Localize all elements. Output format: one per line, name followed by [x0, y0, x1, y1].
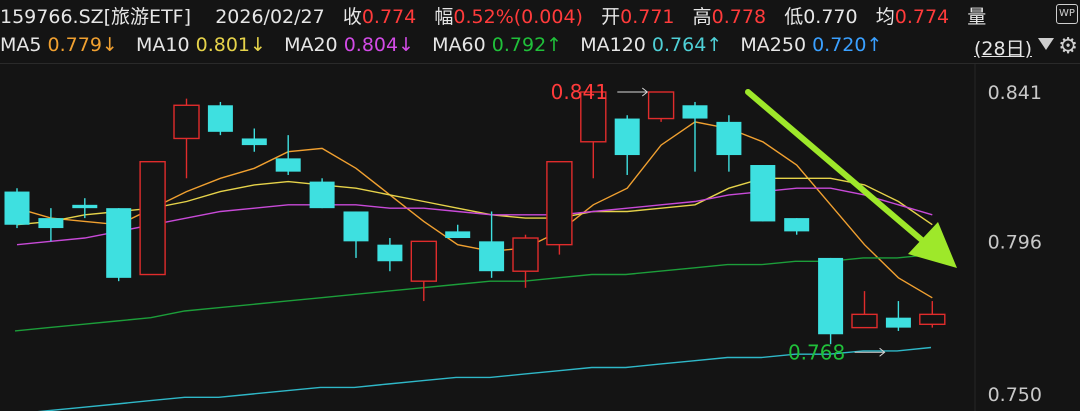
candle-body — [445, 231, 471, 239]
candle-body — [647, 91, 675, 120]
candle-body — [207, 105, 233, 132]
candle-body — [106, 208, 132, 278]
candle-body — [38, 218, 64, 229]
candle-body — [139, 160, 166, 276]
candle-body — [173, 104, 200, 140]
candle-body — [377, 244, 403, 262]
candle-body — [784, 218, 810, 232]
candle-body — [919, 313, 946, 326]
candle-body — [546, 160, 573, 246]
candle-body — [275, 158, 301, 172]
candle-body — [410, 240, 437, 282]
candle-body — [818, 257, 844, 335]
candle-body — [851, 313, 878, 329]
candlestick-chart[interactable]: 0.841 0.796 0.750 0.841 0.768 — [0, 0, 1080, 411]
y-tick-label: 0.750 — [988, 384, 1042, 406]
candle-body — [72, 204, 98, 209]
candle-body — [750, 165, 776, 222]
candle-body — [716, 121, 742, 156]
candle-body — [4, 191, 30, 225]
candle-body — [885, 317, 911, 328]
extreme-value-label: 0.841 — [551, 80, 608, 104]
extreme-value-label: 0.768 — [788, 340, 845, 364]
candle-body — [512, 237, 539, 272]
y-tick-label: 0.796 — [988, 231, 1042, 253]
candle-body — [479, 241, 505, 272]
candle-body — [343, 211, 369, 242]
candle-body — [682, 105, 708, 119]
trend-arrow-icon — [908, 222, 957, 268]
candle-body — [241, 138, 267, 146]
candle-body — [614, 118, 640, 156]
candle-body — [309, 181, 335, 209]
y-tick-label: 0.841 — [988, 82, 1042, 104]
